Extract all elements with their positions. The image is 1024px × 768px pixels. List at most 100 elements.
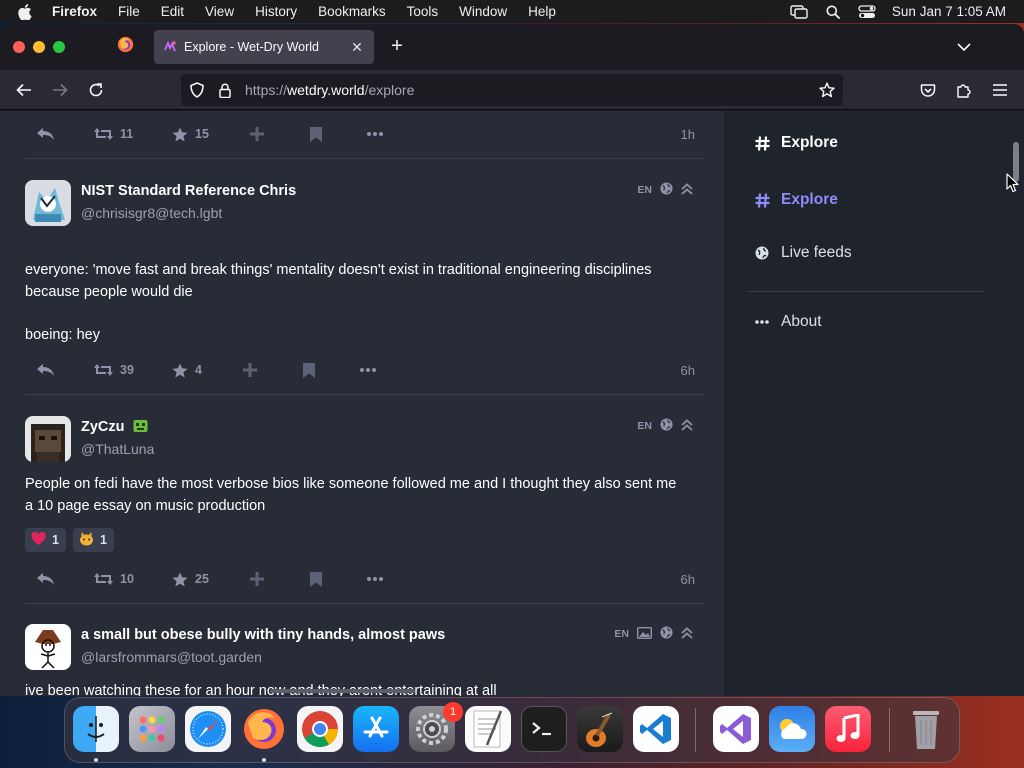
favourite-button[interactable]: 4 xyxy=(172,363,202,378)
collapse-chevrons-icon[interactable] xyxy=(681,418,693,434)
new-tab-button[interactable]: + xyxy=(386,36,408,58)
menu-app-name[interactable]: Firefox xyxy=(52,4,97,19)
post-time[interactable]: 1h xyxy=(681,127,695,142)
finder-icon[interactable] xyxy=(73,706,119,752)
firefox-pinned-tab[interactable] xyxy=(110,36,140,58)
avatar[interactable] xyxy=(25,416,71,462)
more-options-icon[interactable] xyxy=(367,132,383,136)
terminal-icon[interactable] xyxy=(521,706,567,752)
reaction-heart-button[interactable]: 1 xyxy=(25,528,66,552)
tracking-protection-shield-icon[interactable] xyxy=(189,82,205,98)
bookmark-icon[interactable] xyxy=(310,126,322,142)
spotlight-search-icon[interactable] xyxy=(826,5,840,19)
zoom-window-button[interactable] xyxy=(53,41,65,53)
more-options-icon[interactable] xyxy=(360,368,376,372)
menu-help[interactable]: Help xyxy=(528,4,556,19)
reaction-custom-button[interactable]: 1 xyxy=(73,528,114,552)
sidebar-item-about[interactable]: About xyxy=(752,313,822,331)
vs-code-icon[interactable] xyxy=(633,706,679,752)
minimize-window-button[interactable] xyxy=(33,41,45,53)
account-handle[interactable]: @chrisisgr8@tech.lgbt xyxy=(81,205,222,221)
bookmark-star-icon[interactable] xyxy=(819,82,835,98)
running-indicator xyxy=(94,758,98,762)
weather-icon[interactable] xyxy=(769,706,815,752)
menu-edit[interactable]: Edit xyxy=(161,4,184,19)
avatar[interactable] xyxy=(25,180,71,226)
menubar-clock[interactable]: Sun Jan 7 1:05 AM xyxy=(892,4,1006,19)
collapse-chevrons-icon[interactable] xyxy=(681,626,693,642)
post-meta: EN xyxy=(614,626,693,642)
pocket-icon[interactable] xyxy=(916,78,940,102)
apple-menu-icon[interactable] xyxy=(18,3,36,20)
trash-icon[interactable] xyxy=(903,706,949,752)
visual-studio-icon[interactable] xyxy=(713,706,759,752)
display-name[interactable]: NIST Standard Reference Chris xyxy=(81,183,296,199)
firefox-dock-icon[interactable] xyxy=(241,706,287,752)
boost-button[interactable]: 39 xyxy=(94,363,134,377)
close-tab-icon[interactable]: ✕ xyxy=(348,39,366,56)
post-meta: EN xyxy=(637,418,693,434)
display-name[interactable]: ZyCzu xyxy=(81,419,148,437)
launchpad-icon[interactable] xyxy=(129,706,175,752)
custom-creature-emoji-icon xyxy=(79,531,94,549)
post-time[interactable]: 6h xyxy=(681,572,695,587)
menu-bookmarks[interactable]: Bookmarks xyxy=(318,4,386,19)
safari-icon[interactable] xyxy=(185,706,231,752)
more-options-icon[interactable] xyxy=(367,577,383,581)
post-text-line: ive been watching these for an hour now … xyxy=(25,683,497,696)
add-reaction-plus-icon[interactable] xyxy=(250,127,264,141)
display-name[interactable]: a small but obese bully with tiny hands,… xyxy=(81,627,445,643)
reload-icon[interactable] xyxy=(84,78,108,102)
extensions-puzzle-icon[interactable] xyxy=(952,78,976,102)
sidebar-item-live-feeds[interactable]: Live feeds xyxy=(752,244,852,262)
reply-icon[interactable] xyxy=(36,363,55,377)
app-store-icon[interactable] xyxy=(353,706,399,752)
bookmark-icon[interactable] xyxy=(303,362,315,378)
collapse-chevrons-icon[interactable] xyxy=(681,182,693,198)
account-handle[interactable]: @larsfrommars@toot.garden xyxy=(81,649,262,665)
add-reaction-plus-icon[interactable] xyxy=(243,363,257,377)
list-all-tabs-chevron-icon[interactable] xyxy=(954,38,974,56)
avatar[interactable] xyxy=(25,624,71,670)
music-icon[interactable] xyxy=(825,706,871,752)
active-tab[interactable]: Explore - Wet-Dry World ✕ xyxy=(154,30,374,64)
hash-icon xyxy=(752,192,772,208)
sidebar-item-explore[interactable]: Explore xyxy=(752,191,838,209)
screen-mirroring-icon[interactable] xyxy=(790,4,808,19)
bookmark-icon[interactable] xyxy=(310,571,322,587)
chrome-icon[interactable] xyxy=(297,706,343,752)
close-window-button[interactable] xyxy=(13,41,25,53)
explore-feed[interactable]: 11 15 1h NIST Standard Reference Chris @… xyxy=(0,111,724,696)
url-bar[interactable]: https://wetdry.world/explore xyxy=(181,74,843,106)
padlock-icon[interactable] xyxy=(217,82,233,98)
forward-arrow-icon[interactable] xyxy=(48,78,72,102)
menu-tools[interactable]: Tools xyxy=(407,4,439,19)
add-reaction-plus-icon[interactable] xyxy=(250,572,264,586)
macos-dock: 1 xyxy=(64,697,960,763)
post-time[interactable]: 6h xyxy=(681,363,695,378)
boost-button[interactable]: 10 xyxy=(94,572,134,586)
boost-button[interactable]: 11 xyxy=(94,127,133,141)
menu-window[interactable]: Window xyxy=(459,4,507,19)
reply-icon[interactable] xyxy=(36,572,55,586)
ellipsis-icon xyxy=(752,320,772,324)
textedit-icon[interactable] xyxy=(465,706,511,752)
favourite-button[interactable]: 15 xyxy=(172,127,209,142)
account-handle[interactable]: @ThatLuna xyxy=(81,441,154,457)
back-arrow-icon[interactable] xyxy=(12,78,36,102)
public-visibility-globe-icon xyxy=(660,182,673,198)
reply-icon[interactable] xyxy=(36,127,55,141)
boost-count: 39 xyxy=(120,363,134,377)
menu-history[interactable]: History xyxy=(255,4,297,19)
boost-count: 10 xyxy=(120,572,134,586)
garageband-icon[interactable] xyxy=(577,706,623,752)
control-center-icon[interactable] xyxy=(858,4,876,19)
app-menu-hamburger-icon[interactable] xyxy=(988,78,1012,102)
menu-file[interactable]: File xyxy=(118,4,140,19)
favourite-button[interactable]: 25 xyxy=(172,572,209,587)
system-settings-icon[interactable]: 1 xyxy=(409,702,463,752)
menu-view[interactable]: View xyxy=(205,4,234,19)
post-content: everyone: 'move fast and break things' m… xyxy=(25,259,705,346)
language-tag: EN xyxy=(637,184,652,196)
sidebar-item-label: Explore xyxy=(781,191,838,208)
